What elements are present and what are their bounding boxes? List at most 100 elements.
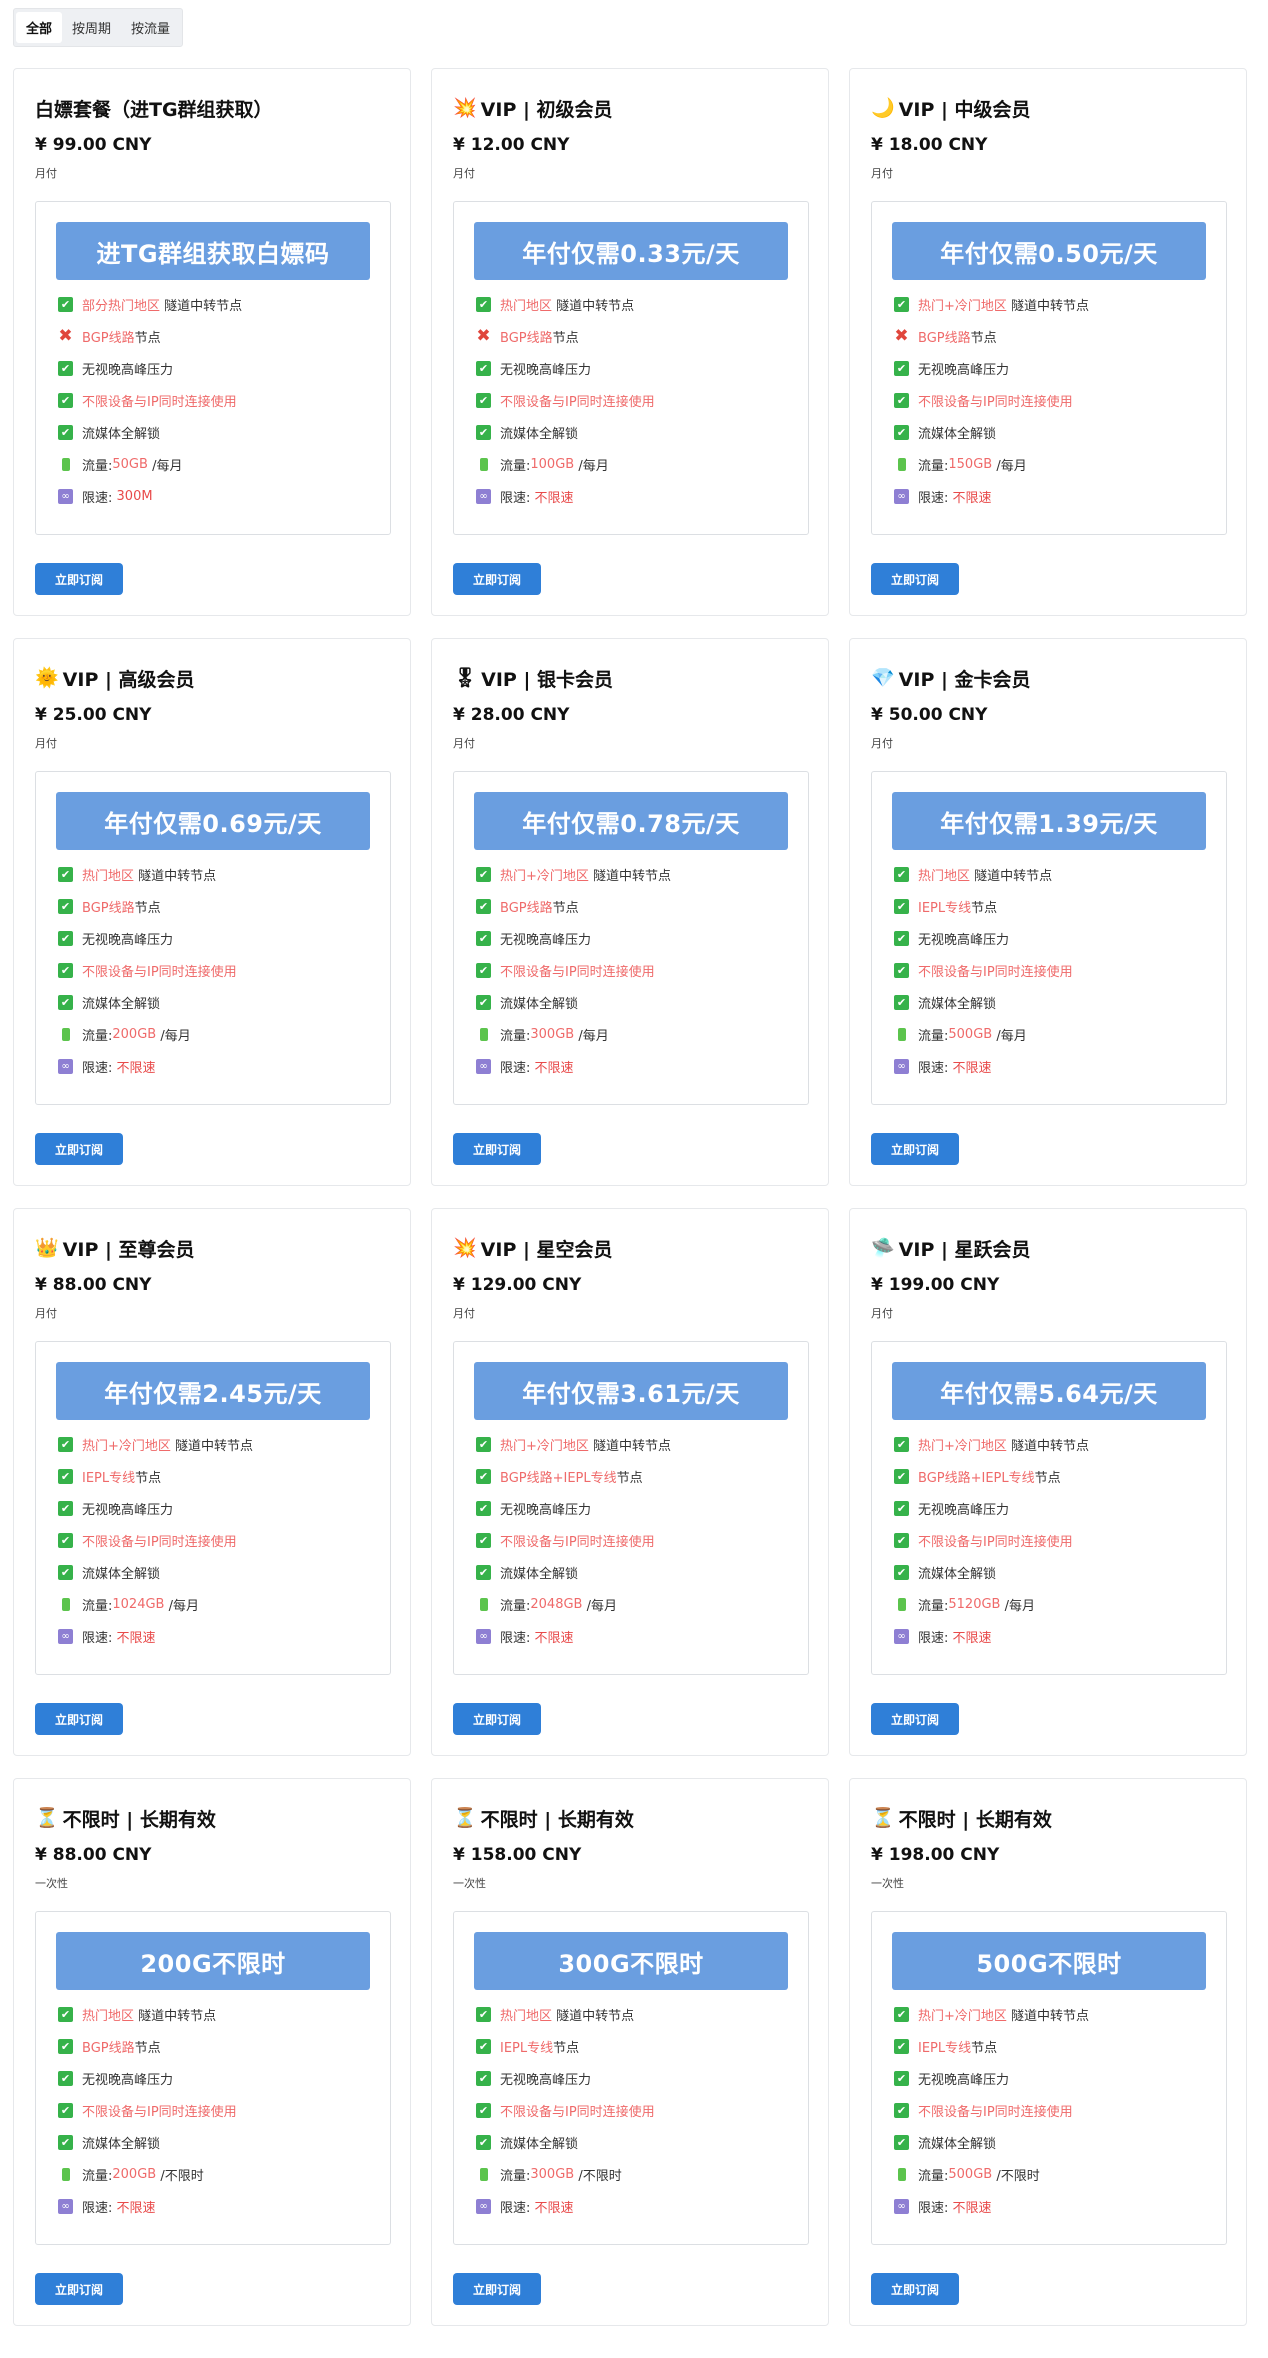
subscribe-button[interactable]: 立即订阅 (453, 563, 541, 595)
feature-traffic: 流量: 500GB /每月 (872, 1018, 1226, 1050)
tab-2[interactable]: 按流量 (121, 12, 180, 43)
feature-line: ✖ BGP线路 节点 (872, 320, 1226, 352)
tab-1[interactable]: 按周期 (62, 12, 121, 43)
subscribe-button[interactable]: 立即订阅 (35, 563, 123, 595)
plan-banner: 年付仅需1.39元/天 (892, 792, 1206, 850)
traffic-label: 流量: (918, 1598, 949, 1614)
speed-label: 限速: (500, 1630, 531, 1646)
check-icon: ✔ (894, 866, 909, 882)
plan-title: 💥 VIP | 初级会员 (453, 95, 613, 122)
devices-text: 不限设备与IP同时连接使用 (500, 964, 655, 980)
plan-emoji-icon: 🌞 (35, 667, 59, 689)
feature-region: ✔ 热门地区 隧道中转节点 (36, 858, 390, 890)
feature-peak: ✔ 无视晚高峰压力 (36, 2062, 390, 2094)
subscribe-button[interactable]: 立即订阅 (453, 2273, 541, 2305)
feature-line: ✔ BGP线路+IEPL专线 节点 (872, 1460, 1226, 1492)
tab-0[interactable]: 全部 (16, 12, 63, 43)
traffic-suffix: /不限时 (996, 2168, 1040, 2184)
plan-title-text: 白嫖套餐（进TG群组获取） (35, 99, 273, 121)
speed-value: 不限速 (116, 1060, 156, 1076)
feature-traffic: 流量: 300GB /每月 (454, 1018, 808, 1050)
node-text: 隧道中转节点 (1011, 1438, 1090, 1454)
check-icon: ✔ (58, 2134, 73, 2150)
subscribe-button[interactable]: 立即订阅 (871, 1703, 959, 1735)
subscribe-button[interactable]: 立即订阅 (453, 1703, 541, 1735)
plan-title: 👑 VIP | 至尊会员 (35, 1235, 195, 1262)
traffic-suffix: /每月 (586, 1598, 617, 1614)
infinity-icon: ∞ (476, 488, 491, 504)
plan-emoji-icon: 🌙 (871, 97, 895, 119)
plan-price: ¥ 25.00 CNY (35, 705, 152, 725)
plan-banner: 年付仅需0.78元/天 (474, 792, 788, 850)
line-text: BGP线路 (82, 330, 135, 346)
peak-text: 无视晚高峰压力 (500, 2072, 592, 2088)
media-text: 流媒体全解锁 (500, 2136, 579, 2152)
peak-text: 无视晚高峰压力 (500, 362, 592, 378)
subscribe-button[interactable]: 立即订阅 (35, 1703, 123, 1735)
plan-card: ⏳ 不限时 | 长期有效 ¥ 158.00 CNY 一次性 300G不限时 ✔ … (431, 1778, 829, 2326)
check-icon: ✔ (58, 1468, 73, 1484)
traffic-suffix: /每月 (578, 458, 609, 474)
check-icon: ✔ (58, 1500, 73, 1516)
feature-line: ✖ BGP线路 节点 (454, 320, 808, 352)
plan-card: 🌞 VIP | 高级会员 ¥ 25.00 CNY 月付 年付仅需0.69元/天 … (13, 638, 411, 1186)
plan-title-text: VIP | 银卡会员 (481, 669, 613, 691)
plan-emoji-icon: 💥 (453, 97, 477, 119)
plan-emoji-icon: ⏳ (453, 1807, 477, 1829)
line-text: BGP线路 (500, 330, 553, 346)
traffic-value: 100GB (530, 456, 575, 472)
speed-label: 限速: (918, 2200, 949, 2216)
subscribe-button[interactable]: 立即订阅 (453, 1133, 541, 1165)
subscribe-button[interactable]: 立即订阅 (871, 1133, 959, 1165)
media-text: 流媒体全解锁 (500, 1566, 579, 1582)
subscribe-button[interactable]: 立即订阅 (35, 2273, 123, 2305)
subscribe-button[interactable]: 立即订阅 (871, 2273, 959, 2305)
check-icon: ✔ (476, 930, 491, 946)
plan-title: 白嫖套餐（进TG群组获取） (35, 95, 273, 122)
devices-text: 不限设备与IP同时连接使用 (82, 394, 237, 410)
plan-period: 月付 (453, 167, 475, 180)
region-text: 热门+冷门地区 (500, 868, 589, 884)
plan-card: 💥 VIP | 星空会员 ¥ 129.00 CNY 月付 年付仅需3.61元/天… (431, 1208, 829, 1756)
feature-speed: ∞ 限速: 不限速 (36, 1050, 390, 1082)
check-icon: ✔ (476, 898, 491, 914)
feature-devices: ✔ 不限设备与IP同时连接使用 (36, 1524, 390, 1556)
subscribe-button[interactable]: 立即订阅 (35, 1133, 123, 1165)
peak-text: 无视晚高峰压力 (918, 932, 1010, 948)
subscribe-button[interactable]: 立即订阅 (871, 563, 959, 595)
feature-speed: ∞ 限速: 不限速 (36, 2190, 390, 2222)
cross-icon: ✖ (58, 326, 73, 346)
plan-card: 🎖 VIP | 银卡会员 ¥ 28.00 CNY 月付 年付仅需0.78元/天 … (431, 638, 829, 1186)
peak-text: 无视晚高峰压力 (82, 2072, 174, 2088)
check-icon: ✔ (894, 994, 909, 1010)
region-text: 热门地区 (82, 2008, 135, 2024)
infinity-icon: ∞ (894, 1058, 909, 1074)
speed-label: 限速: (82, 1630, 113, 1646)
speed-value: 不限速 (952, 1630, 992, 1646)
infinity-icon: ∞ (476, 2198, 491, 2214)
check-icon: ✔ (894, 2006, 909, 2022)
check-icon: ✔ (58, 2038, 73, 2054)
traffic-label: 流量: (918, 2168, 949, 2184)
check-icon: ✔ (476, 296, 491, 312)
plan-price: ¥ 158.00 CNY (453, 1845, 582, 1865)
speed-value: 不限速 (952, 1060, 992, 1076)
node-text: 隧道中转节点 (556, 298, 635, 314)
feature-region: ✔ 部分热门地区 隧道中转节点 (36, 288, 390, 320)
traffic-value: 5120GB (948, 1596, 1001, 1612)
feature-traffic: 流量: 1024GB /每月 (36, 1588, 390, 1620)
check-icon: ✔ (58, 360, 73, 376)
plan-price: ¥ 12.00 CNY (453, 135, 570, 155)
feature-box: 年付仅需0.33元/天 ✔ 热门地区 隧道中转节点 ✖ BGP线路 节点 ✔ 无视… (453, 201, 809, 535)
devices-text: 不限设备与IP同时连接使用 (918, 2104, 1073, 2120)
peak-text: 无视晚高峰压力 (82, 1502, 174, 1518)
region-text: 热门+冷门地区 (500, 1438, 589, 1454)
feature-box: 年付仅需1.39元/天 ✔ 热门地区 隧道中转节点 ✔ IEPL专线 节点 ✔ 无… (871, 771, 1227, 1105)
traffic-label: 流量: (500, 1598, 531, 1614)
plan-title: ⏳ 不限时 | 长期有效 (453, 1805, 634, 1832)
devices-text: 不限设备与IP同时连接使用 (500, 1534, 655, 1550)
cross-icon: ✖ (894, 326, 909, 346)
feature-devices: ✔ 不限设备与IP同时连接使用 (454, 1524, 808, 1556)
media-text: 流媒体全解锁 (82, 2136, 161, 2152)
plan-period: 月付 (35, 737, 57, 750)
